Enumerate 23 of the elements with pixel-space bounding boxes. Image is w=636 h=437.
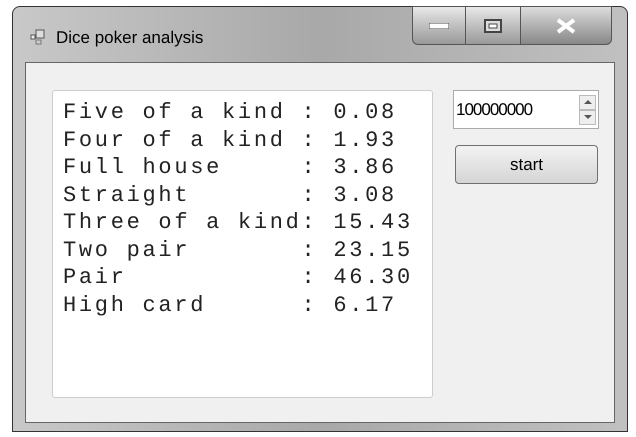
result-line: High card : 6.17 [63, 292, 397, 319]
minimize-icon [429, 22, 449, 28]
result-line: Five of a kind : 0.08 [63, 99, 397, 126]
result-line: Four of a kind : 1.93 [63, 126, 397, 154]
down-arrow-icon [584, 115, 592, 119]
minimize-button[interactable] [412, 6, 466, 45]
result-line: Two pair : 23.15 [63, 236, 413, 264]
count-spinner[interactable]: 100000000 [453, 90, 599, 129]
result-line: Three of a kind: 15.43 [63, 209, 413, 236]
up-arrow-icon [584, 100, 592, 104]
window-title: Dice poker analysis [56, 27, 204, 49]
maximize-icon [484, 18, 502, 32]
result-line: Straight : 3.08 [63, 182, 397, 209]
maximize-button[interactable] [466, 6, 520, 45]
result-line: Pair : 46.30 [63, 264, 413, 292]
spin-up-button[interactable] [579, 94, 596, 110]
close-icon [555, 18, 577, 34]
spinner-value: 100000000 [455, 98, 534, 121]
start-button[interactable]: start [455, 145, 598, 184]
result-line: Full house : 3.86 [63, 154, 397, 182]
close-button[interactable] [520, 6, 612, 45]
spin-down-button[interactable] [579, 110, 596, 124]
app-icon [30, 29, 46, 45]
